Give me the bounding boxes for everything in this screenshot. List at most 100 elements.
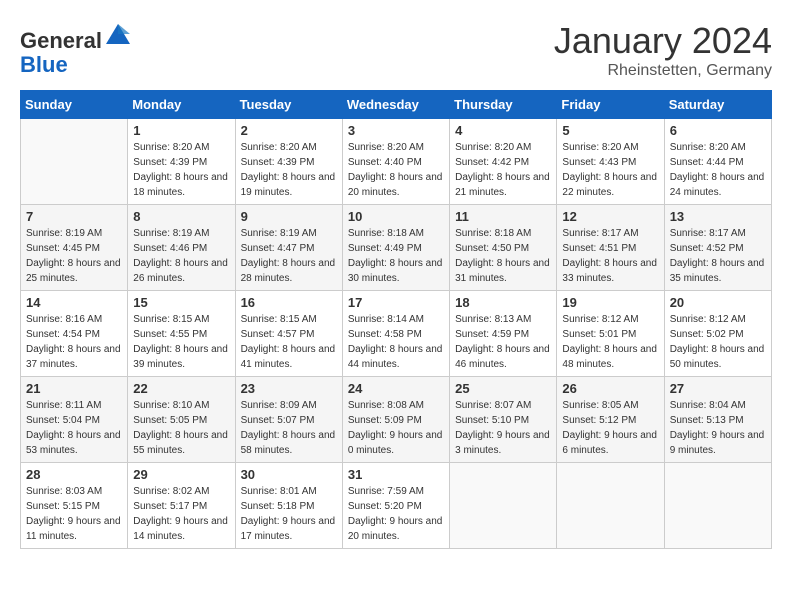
day-info: Sunrise: 8:20 AM Sunset: 4:42 PM Dayligh… (455, 140, 551, 200)
day-number: 12 (562, 209, 658, 224)
weekday-header-tuesday: Tuesday (235, 91, 342, 119)
weekday-header-wednesday: Wednesday (342, 91, 449, 119)
day-cell: 1 Sunrise: 8:20 AM Sunset: 4:39 PM Daylig… (128, 119, 235, 205)
day-number: 4 (455, 123, 551, 138)
day-cell: 20 Sunrise: 8:12 AM Sunset: 5:02 PM Dayli… (664, 291, 771, 377)
day-cell: 23Sunrise: 8:09 AM Sunset: 5:07 PM Dayli… (235, 377, 342, 463)
day-number: 24 (348, 381, 444, 396)
day-cell: 17 Sunrise: 8:14 AM Sunset: 4:58 PM Dayli… (342, 291, 449, 377)
day-cell (450, 463, 557, 549)
day-number: 20 (670, 295, 766, 310)
day-number: 28 (26, 467, 122, 482)
day-cell: 26 Sunrise: 8:05 AM Sunset: 5:12 PM Dayli… (557, 377, 664, 463)
day-info: Sunrise: 8:04 AM Sunset: 5:13 PM Dayligh… (670, 398, 766, 458)
day-cell: 27 Sunrise: 8:04 AM Sunset: 5:13 PM Dayli… (664, 377, 771, 463)
day-number: 10 (348, 209, 444, 224)
day-cell: 5 Sunrise: 8:20 AM Sunset: 4:43 PM Daylig… (557, 119, 664, 205)
day-number: 8 (133, 209, 229, 224)
day-info: Sunrise: 8:14 AM Sunset: 4:58 PM Dayligh… (348, 312, 444, 372)
day-cell: 22 Sunrise: 8:10 AM Sunset: 5:05 PM Dayli… (128, 377, 235, 463)
month-title: January 2024 (554, 20, 772, 62)
day-cell: 30 Sunrise: 8:01 AM Sunset: 5:18 PM Dayli… (235, 463, 342, 549)
day-number: 7 (26, 209, 122, 224)
day-cell: 29Sunrise: 8:02 AM Sunset: 5:17 PM Dayli… (128, 463, 235, 549)
day-info: Sunrise: 8:20 AM Sunset: 4:44 PM Dayligh… (670, 140, 766, 200)
calendar-table: SundayMondayTuesdayWednesdayThursdayFrid… (20, 90, 772, 549)
day-info: Sunrise: 8:11 AM Sunset: 5:04 PM Dayligh… (26, 398, 122, 458)
day-number: 14 (26, 295, 122, 310)
logo-icon (104, 20, 132, 48)
day-info: Sunrise: 8:07 AM Sunset: 5:10 PM Dayligh… (455, 398, 551, 458)
day-info: Sunrise: 8:01 AM Sunset: 5:18 PM Dayligh… (241, 484, 337, 544)
day-number: 15 (133, 295, 229, 310)
title-block: January 2024 Rheinstetten, Germany (554, 20, 772, 80)
day-cell: 24 Sunrise: 8:08 AM Sunset: 5:09 PM Dayli… (342, 377, 449, 463)
day-number: 22 (133, 381, 229, 396)
day-cell (557, 463, 664, 549)
day-cell (664, 463, 771, 549)
day-cell: 31Sunrise: 7:59 AM Sunset: 5:20 PM Dayli… (342, 463, 449, 549)
weekday-header-thursday: Thursday (450, 91, 557, 119)
logo: General Blue (20, 20, 132, 77)
day-info: Sunrise: 8:12 AM Sunset: 5:02 PM Dayligh… (670, 312, 766, 372)
day-info: Sunrise: 8:18 AM Sunset: 4:49 PM Dayligh… (348, 226, 444, 286)
day-number: 11 (455, 209, 551, 224)
logo-blue: Blue (20, 52, 68, 77)
day-number: 18 (455, 295, 551, 310)
day-cell: 13Sunrise: 8:17 AM Sunset: 4:52 PM Dayli… (664, 205, 771, 291)
day-cell: 4 Sunrise: 8:20 AM Sunset: 4:42 PM Daylig… (450, 119, 557, 205)
day-info: Sunrise: 8:08 AM Sunset: 5:09 PM Dayligh… (348, 398, 444, 458)
day-cell: 6 Sunrise: 8:20 AM Sunset: 4:44 PM Daylig… (664, 119, 771, 205)
day-cell: 21 Sunrise: 8:11 AM Sunset: 5:04 PM Dayli… (21, 377, 128, 463)
day-info: Sunrise: 8:09 AM Sunset: 5:07 PM Dayligh… (241, 398, 337, 458)
day-cell: 11Sunrise: 8:18 AM Sunset: 4:50 PM Dayli… (450, 205, 557, 291)
day-number: 27 (670, 381, 766, 396)
day-info: Sunrise: 8:19 AM Sunset: 4:45 PM Dayligh… (26, 226, 122, 286)
logo-general: General (20, 28, 102, 53)
day-number: 21 (26, 381, 122, 396)
day-cell: 2 Sunrise: 8:20 AM Sunset: 4:39 PM Daylig… (235, 119, 342, 205)
weekday-header-row: SundayMondayTuesdayWednesdayThursdayFrid… (21, 91, 772, 119)
day-number: 25 (455, 381, 551, 396)
weekday-header-sunday: Sunday (21, 91, 128, 119)
day-number: 2 (241, 123, 337, 138)
day-cell: 16 Sunrise: 8:15 AM Sunset: 4:57 PM Dayli… (235, 291, 342, 377)
day-info: Sunrise: 8:20 AM Sunset: 4:40 PM Dayligh… (348, 140, 444, 200)
calendar-body: 1 Sunrise: 8:20 AM Sunset: 4:39 PM Daylig… (21, 119, 772, 549)
day-info: Sunrise: 8:17 AM Sunset: 4:52 PM Dayligh… (670, 226, 766, 286)
day-info: Sunrise: 8:20 AM Sunset: 4:39 PM Dayligh… (133, 140, 229, 200)
day-cell: 7 Sunrise: 8:19 AM Sunset: 4:45 PM Daylig… (21, 205, 128, 291)
day-number: 26 (562, 381, 658, 396)
day-cell: 12 Sunrise: 8:17 AM Sunset: 4:51 PM Dayli… (557, 205, 664, 291)
day-number: 31 (348, 467, 444, 482)
day-number: 16 (241, 295, 337, 310)
day-cell: 10 Sunrise: 8:18 AM Sunset: 4:49 PM Dayli… (342, 205, 449, 291)
day-info: Sunrise: 8:10 AM Sunset: 5:05 PM Dayligh… (133, 398, 229, 458)
day-info: Sunrise: 8:05 AM Sunset: 5:12 PM Dayligh… (562, 398, 658, 458)
day-number: 1 (133, 123, 229, 138)
week-row-3: 14Sunrise: 8:16 AM Sunset: 4:54 PM Dayli… (21, 291, 772, 377)
day-info: Sunrise: 8:17 AM Sunset: 4:51 PM Dayligh… (562, 226, 658, 286)
week-row-5: 28Sunrise: 8:03 AM Sunset: 5:15 PM Dayli… (21, 463, 772, 549)
day-info: Sunrise: 8:20 AM Sunset: 4:39 PM Dayligh… (241, 140, 337, 200)
day-number: 9 (241, 209, 337, 224)
day-cell: 3Sunrise: 8:20 AM Sunset: 4:40 PM Daylig… (342, 119, 449, 205)
weekday-header-friday: Friday (557, 91, 664, 119)
weekday-header-monday: Monday (128, 91, 235, 119)
calendar-header: SundayMondayTuesdayWednesdayThursdayFrid… (21, 91, 772, 119)
day-info: Sunrise: 8:19 AM Sunset: 4:46 PM Dayligh… (133, 226, 229, 286)
logo-text: General Blue (20, 20, 132, 77)
day-info: Sunrise: 8:15 AM Sunset: 4:55 PM Dayligh… (133, 312, 229, 372)
day-number: 30 (241, 467, 337, 482)
week-row-4: 21 Sunrise: 8:11 AM Sunset: 5:04 PM Dayli… (21, 377, 772, 463)
weekday-header-saturday: Saturday (664, 91, 771, 119)
day-cell: 14Sunrise: 8:16 AM Sunset: 4:54 PM Dayli… (21, 291, 128, 377)
day-number: 17 (348, 295, 444, 310)
day-cell: 28Sunrise: 8:03 AM Sunset: 5:15 PM Dayli… (21, 463, 128, 549)
day-cell: 15 Sunrise: 8:15 AM Sunset: 4:55 PM Dayli… (128, 291, 235, 377)
location-title: Rheinstetten, Germany (554, 62, 772, 80)
day-info: Sunrise: 8:20 AM Sunset: 4:43 PM Dayligh… (562, 140, 658, 200)
day-info: Sunrise: 8:15 AM Sunset: 4:57 PM Dayligh… (241, 312, 337, 372)
day-number: 6 (670, 123, 766, 138)
day-number: 5 (562, 123, 658, 138)
